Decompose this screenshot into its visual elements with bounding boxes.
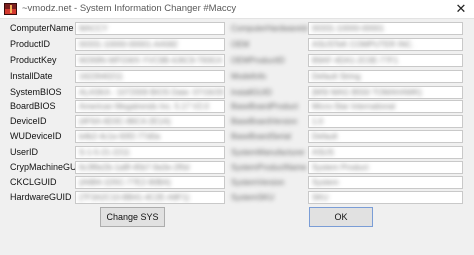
label-right-7: BaseBoardVersion bbox=[231, 117, 298, 126]
right-field-12[interactable]: SKU bbox=[308, 191, 463, 204]
productid-field[interactable]: 00331-10000-00001-AA582 bbox=[75, 38, 225, 51]
crypmachineguid-field[interactable]: 6c3f6e2b-1a8f-45b7-9a3e-2f0d bbox=[75, 161, 225, 174]
close-button[interactable]: ✕ bbox=[452, 1, 470, 17]
computername-value: MACCY bbox=[79, 24, 108, 33]
right-value-10: System Product bbox=[312, 163, 369, 172]
right-value-4: Default String bbox=[312, 72, 361, 81]
main-window: ~vmodz.net - System Information Changer … bbox=[0, 0, 474, 255]
right-field-11[interactable]: System bbox=[308, 176, 463, 189]
ckclguid-value: {A6B4-1D5C-77E2-90BA} bbox=[79, 178, 171, 187]
installdate-value: 1622640211 bbox=[79, 72, 123, 81]
label-computername: ComputerName bbox=[10, 23, 74, 33]
right-value-7: 1.0 bbox=[312, 117, 324, 126]
ckclguid-field[interactable]: {A6B4-1D5C-77E2-90BA} bbox=[75, 176, 225, 189]
right-value-5: {MSI MAG B550 TOMAHAWK} bbox=[312, 88, 422, 97]
label-right-10: SystemProductName bbox=[231, 163, 307, 172]
label-right-9: SystemManufacturer bbox=[231, 148, 305, 157]
label-deviceid: DeviceID bbox=[10, 116, 47, 126]
right-field-8[interactable]: Default bbox=[308, 130, 463, 143]
productkey-value: W269N-WFGWX-YVC9B-4J6C9-T83GX bbox=[79, 56, 223, 65]
label-systembios: SystemBIOS bbox=[10, 87, 62, 97]
right-value-6: Micro-Star International bbox=[312, 102, 396, 111]
label-right-5: InstallGUID bbox=[231, 88, 272, 97]
systembios-value: ALASKA - 1072009 BIOS Date: 07/16/20 bbox=[79, 88, 224, 97]
label-ckclguid: CKCLGUID bbox=[10, 177, 57, 187]
installdate-field[interactable]: 1622640211 bbox=[75, 70, 225, 83]
productid-value: 00331-10000-00001-AA582 bbox=[79, 40, 178, 49]
label-installdate: InstallDate bbox=[10, 71, 53, 81]
userid-value: S-1-5-21-2211 bbox=[79, 148, 130, 157]
change-sys-button[interactable]: Change SYS bbox=[100, 207, 165, 227]
ok-button[interactable]: OK bbox=[309, 207, 373, 227]
right-field-1[interactable]: 00331-10000-00001 bbox=[308, 22, 463, 35]
label-right-12: SystemSKU bbox=[231, 193, 275, 202]
wudeviceid-value: b4b2-4c1e-93f2-77d0a bbox=[79, 132, 160, 141]
right-value-3: B9AF-4DA1-2C0E-77F1 bbox=[312, 56, 399, 65]
right-field-7[interactable]: 1.0 bbox=[308, 115, 463, 128]
hardwareguid-value: {7F3A2C10-BB41-4C2E-A8F1} bbox=[79, 193, 190, 202]
deviceid-value: {4F6A-6D3C-86C4-2E1A} bbox=[79, 117, 171, 126]
close-icon: ✕ bbox=[455, 1, 467, 16]
boardbios-field[interactable]: American Megatrends Inc. 5.17 V2.0 bbox=[75, 100, 225, 113]
label-userid: UserID bbox=[10, 147, 39, 157]
right-field-6[interactable]: Micro-Star International bbox=[308, 100, 463, 113]
label-right-6: BaseBoardProduct bbox=[231, 102, 299, 111]
boardbios-value: American Megatrends Inc. 5.17 V2.0 bbox=[79, 102, 209, 111]
hardwareguid-field[interactable]: {7F3A2C10-BB41-4C2E-A8F1} bbox=[75, 191, 225, 204]
userid-field[interactable]: S-1-5-21-2211 bbox=[75, 146, 225, 159]
label-wudeviceid: WUDeviceID bbox=[10, 131, 62, 141]
window-title: ~vmodz.net - System Information Changer … bbox=[22, 3, 237, 14]
app-icon bbox=[4, 3, 17, 15]
right-value-8: Default bbox=[312, 132, 338, 141]
right-value-12: SKU bbox=[312, 193, 329, 202]
label-productid: ProductID bbox=[10, 39, 51, 49]
label-right-4: ModelInfo bbox=[231, 72, 267, 81]
right-value-1: 00331-10000-00001 bbox=[312, 24, 385, 33]
right-field-9[interactable]: ASUS bbox=[308, 146, 463, 159]
wudeviceid-field[interactable]: b4b2-4c1e-93f2-77d0a bbox=[75, 130, 225, 143]
right-field-4[interactable]: Default String bbox=[308, 70, 463, 83]
computername-field[interactable]: MACCY bbox=[75, 22, 225, 35]
title-bar[interactable]: ~vmodz.net - System Information Changer … bbox=[0, 0, 474, 19]
label-right-8: BaseBoardSerial bbox=[231, 132, 292, 141]
right-field-10[interactable]: System Product bbox=[308, 161, 463, 174]
productkey-field[interactable]: W269N-WFGWX-YVC9B-4J6C9-T83GX bbox=[75, 54, 225, 67]
deviceid-field[interactable]: {4F6A-6D3C-86C4-2E1A} bbox=[75, 115, 225, 128]
systembios-field[interactable]: ALASKA - 1072009 BIOS Date: 07/16/20 bbox=[75, 86, 225, 99]
right-field-2[interactable]: ASUSTeK COMPUTER INC. bbox=[308, 38, 463, 51]
label-boardbios: BoardBIOS bbox=[10, 101, 56, 111]
right-value-2: ASUSTeK COMPUTER INC. bbox=[312, 40, 414, 49]
label-productkey: ProductKey bbox=[10, 55, 57, 65]
crypmachineguid-value: 6c3f6e2b-1a8f-45b7-9a3e-2f0d bbox=[79, 163, 190, 172]
label-right-11: SystemVersion bbox=[231, 178, 285, 187]
right-field-3[interactable]: B9AF-4DA1-2C0E-77F1 bbox=[308, 54, 463, 67]
right-value-11: System bbox=[312, 178, 339, 187]
label-right-3: OEMProductID bbox=[231, 56, 285, 65]
right-value-9: ASUS bbox=[312, 148, 334, 157]
label-right-2: OEM bbox=[231, 40, 250, 49]
label-right-1: ComputerHardwareId bbox=[231, 24, 308, 33]
right-field-5[interactable]: {MSI MAG B550 TOMAHAWK} bbox=[308, 86, 463, 99]
label-hardwareguid: HardwareGUID bbox=[10, 192, 72, 202]
